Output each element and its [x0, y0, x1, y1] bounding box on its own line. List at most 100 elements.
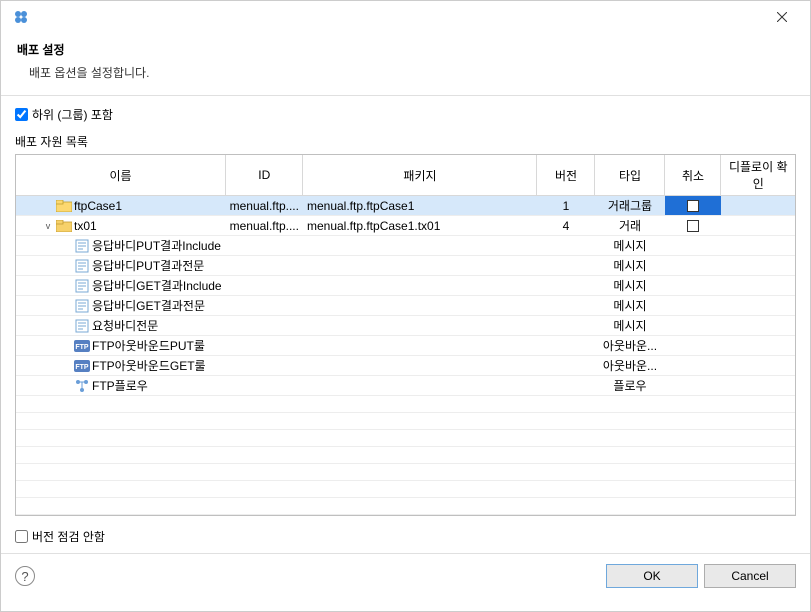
cell-version: [537, 336, 595, 356]
table-row[interactable]: FTPFTP아웃바운드PUT룰아웃바운...: [16, 336, 795, 356]
include-subgroups-label: 하위 (그룹) 포함: [32, 106, 113, 123]
tree-expander: [60, 240, 72, 252]
cell-package: [303, 356, 537, 376]
folder-icon: [56, 198, 72, 214]
col-header-package[interactable]: 패키지: [303, 155, 537, 196]
cell-version: [537, 276, 595, 296]
cancel-checkbox[interactable]: [687, 220, 699, 232]
table-row[interactable]: 응답바디PUT결과Include 메시지: [16, 236, 795, 256]
footer-check-row: 버전 점검 안함: [1, 520, 810, 553]
table-row[interactable]: 응답바디PUT결과전문메시지: [16, 256, 795, 276]
cell-id: [226, 376, 303, 396]
tree-expander: [60, 320, 72, 332]
skip-version-checkbox[interactable]: 버전 점검 안함: [15, 528, 105, 545]
cell-type: 거래: [595, 216, 665, 236]
cell-type: 아웃바운...: [595, 336, 665, 356]
cell-cancel: [665, 296, 721, 316]
tree-expander: [42, 200, 54, 212]
cell-version: [537, 296, 595, 316]
empty-row: [16, 413, 795, 430]
empty-row: [16, 464, 795, 481]
cell-name: v tx01: [16, 216, 226, 236]
cell-package: [303, 256, 537, 276]
cell-deploy: [721, 256, 795, 276]
empty-row: [16, 515, 795, 517]
cell-version: [537, 376, 595, 396]
titlebar: [1, 1, 810, 33]
cell-cancel: [665, 276, 721, 296]
cell-name: 응답바디PUT결과전문: [16, 256, 226, 276]
cell-package: [303, 236, 537, 256]
col-header-deploy[interactable]: 디플로이 확인: [721, 155, 795, 196]
cell-cancel[interactable]: [665, 216, 721, 236]
cell-name: 응답바디GET결과전문: [16, 296, 226, 316]
cell-package: menual.ftp.ftpCase1.tx01: [303, 216, 537, 236]
ftp-icon: FTP: [74, 358, 90, 374]
row-name-label: ftpCase1: [74, 199, 122, 213]
cancel-checkbox[interactable]: [687, 200, 699, 212]
cell-id: menual.ftp....: [226, 196, 303, 216]
svg-text:FTP: FTP: [75, 344, 89, 351]
cell-deploy: [721, 236, 795, 256]
table-row[interactable]: ftpCase1menual.ftp....menual.ftp.ftpCase…: [16, 196, 795, 216]
tree-expander: [60, 260, 72, 272]
cell-name: 요청바디전문: [16, 316, 226, 336]
close-button[interactable]: [762, 1, 802, 33]
grp-icon: [56, 218, 72, 234]
msg-icon: [74, 238, 90, 254]
cell-deploy: [721, 276, 795, 296]
tree-expander: [60, 380, 72, 392]
table-row[interactable]: FTPFTP아웃바운드GET룰 아웃바운...: [16, 356, 795, 376]
col-header-id[interactable]: ID: [226, 155, 303, 196]
cell-cancel: [665, 256, 721, 276]
cell-deploy: [721, 296, 795, 316]
cell-cancel: [665, 356, 721, 376]
cell-id: [226, 316, 303, 336]
cell-package: [303, 376, 537, 396]
row-name-label: FTP아웃바운드GET룰: [92, 357, 206, 374]
cell-cancel[interactable]: [665, 196, 721, 216]
include-subgroups-input[interactable]: [15, 108, 28, 121]
cancel-button[interactable]: Cancel: [704, 564, 796, 588]
cell-version: [537, 356, 595, 376]
button-group: OK Cancel: [606, 564, 796, 588]
table-row[interactable]: 응답바디GET결과Include메시지: [16, 276, 795, 296]
cell-deploy: [721, 376, 795, 396]
row-name-label: 응답바디GET결과Include: [92, 277, 222, 294]
cell-name: FTP플로우: [16, 376, 226, 396]
cell-id: [226, 356, 303, 376]
col-header-type[interactable]: 타입: [595, 155, 665, 196]
cell-id: [226, 296, 303, 316]
tree-expander[interactable]: v: [42, 220, 54, 232]
col-header-name[interactable]: 이름: [16, 155, 226, 196]
table-row[interactable]: vtx01menual.ftp....menual.ftp.ftpCase1.t…: [16, 216, 795, 236]
msg-icon: [74, 318, 90, 334]
skip-version-input[interactable]: [15, 530, 28, 543]
msg-icon: [74, 298, 90, 314]
table-row[interactable]: 요청바디전문메시지: [16, 316, 795, 336]
row-name-label: tx01: [74, 219, 97, 233]
ftp-icon: FTP: [74, 338, 90, 354]
empty-row: [16, 447, 795, 464]
app-icon: [13, 9, 29, 25]
ok-button[interactable]: OK: [606, 564, 698, 588]
header: 배포 설정 배포 옵션을 설정합니다.: [1, 33, 810, 95]
table-body: ftpCase1 menual.ftp....menual.ftp.ftpCase…: [16, 196, 795, 517]
cell-type: 아웃바운...: [595, 356, 665, 376]
cell-type: 메시지: [595, 296, 665, 316]
cell-deploy: [721, 336, 795, 356]
row-name-label: 응답바디GET결과전문: [92, 297, 205, 314]
cell-package: [303, 316, 537, 336]
table-row[interactable]: 응답바디GET결과전문 메시지: [16, 296, 795, 316]
help-button[interactable]: ?: [15, 566, 35, 586]
table-row[interactable]: FTP플로우플로우: [16, 376, 795, 396]
cell-cancel: [665, 316, 721, 336]
cell-name: FTPFTP아웃바운드GET룰: [16, 356, 226, 376]
msg-icon: [74, 278, 90, 294]
col-header-cancel[interactable]: 취소: [665, 155, 721, 196]
empty-row: [16, 396, 795, 413]
row-name-label: 응답바디PUT결과Include: [92, 237, 221, 254]
col-header-version[interactable]: 버전: [537, 155, 595, 196]
cell-type: 메시지: [595, 236, 665, 256]
include-subgroups-checkbox[interactable]: 하위 (그룹) 포함: [15, 106, 796, 123]
